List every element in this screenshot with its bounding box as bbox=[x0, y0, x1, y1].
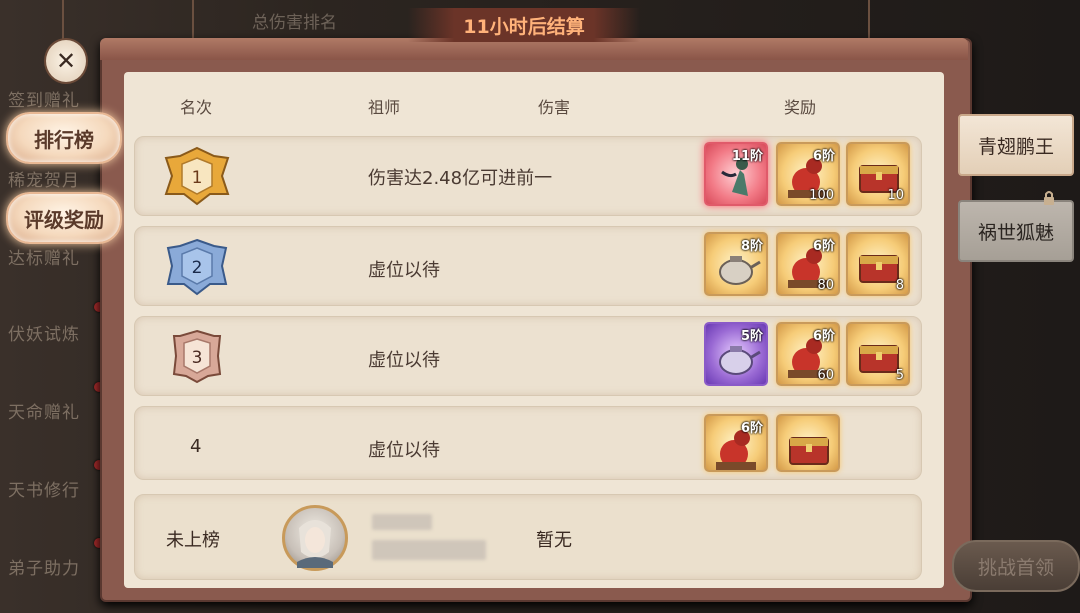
menu-item-signin[interactable]: 签到赠礼 bbox=[8, 86, 80, 111]
rope bbox=[192, 0, 194, 38]
reward-count: 100 bbox=[809, 188, 834, 203]
reward-count: 5 bbox=[895, 368, 904, 383]
svg-text:2: 2 bbox=[192, 258, 203, 278]
tab-leaderboard[interactable]: 排行榜 bbox=[6, 112, 122, 164]
countdown-title: 11小时后结算 bbox=[408, 8, 640, 42]
self-damage: 暂无 bbox=[536, 530, 572, 551]
reward-slot[interactable]: 8 bbox=[846, 232, 910, 296]
row-damage-text: 虚位以待 bbox=[368, 260, 440, 281]
rank-3-badge-icon: 3 bbox=[172, 329, 222, 384]
rope bbox=[868, 0, 870, 38]
reward-slot[interactable]: 5阶 bbox=[704, 322, 768, 386]
reward-tier: 11阶 bbox=[731, 149, 763, 164]
menu-item-target-gift[interactable]: 达标赠礼 bbox=[8, 244, 80, 269]
reward-slot[interactable]: 11阶 bbox=[704, 142, 768, 206]
reward-slot[interactable]: 10 bbox=[846, 142, 910, 206]
header-reward: 奖励 bbox=[784, 98, 817, 117]
reward-tier: 6阶 bbox=[812, 239, 835, 254]
svg-text:1: 1 bbox=[192, 168, 203, 188]
lock-icon bbox=[1044, 191, 1054, 205]
reward-tier: 6阶 bbox=[812, 329, 835, 344]
reward-count: 60 bbox=[817, 368, 834, 383]
reward-slot[interactable]: 6阶 100 bbox=[776, 142, 840, 206]
reward-slot[interactable]: 6阶 80 bbox=[776, 232, 840, 296]
rank-2-badge-icon: 2 bbox=[166, 238, 228, 296]
menu-item-pet-month[interactable]: 稀宠贺月 bbox=[8, 166, 80, 191]
reward-slot[interactable]: 5 bbox=[846, 322, 910, 386]
reward-count: 10 bbox=[887, 188, 904, 203]
reward-tier: 8阶 bbox=[740, 239, 763, 254]
tab-boss-huoshi[interactable]: 祸世狐魅 bbox=[958, 200, 1074, 262]
close-icon: ✕ bbox=[55, 47, 77, 75]
header-rank: 名次 bbox=[180, 98, 213, 117]
reward-tier: 5阶 bbox=[740, 329, 763, 344]
self-rank: 未上榜 bbox=[166, 530, 220, 551]
row-damage-text: 虚位以待 bbox=[368, 350, 440, 371]
avatar-portrait-icon bbox=[297, 520, 333, 568]
tab-boss-qingchi[interactable]: 青翅鹏王 bbox=[958, 114, 1074, 176]
menu-item-disciple-help[interactable]: 弟子助力 bbox=[8, 554, 80, 579]
tab-grade-rewards[interactable]: 评级奖励 bbox=[6, 192, 122, 244]
reward-count: 8 bbox=[895, 278, 904, 293]
menu-item-fate-gift[interactable]: 天命赠礼 bbox=[8, 398, 80, 423]
player-guild-redacted bbox=[372, 540, 486, 560]
svg-text:3: 3 bbox=[192, 348, 203, 368]
challenge-boss-button[interactable]: 挑战首领 bbox=[952, 540, 1080, 592]
row-damage-text: 虚位以待 bbox=[368, 440, 440, 461]
rope bbox=[62, 0, 64, 40]
player-name-redacted bbox=[372, 514, 432, 530]
reward-slot[interactable] bbox=[776, 414, 840, 472]
chest-icon bbox=[789, 437, 829, 465]
self-ranking-row bbox=[134, 494, 922, 580]
menu-item-heaven-book[interactable]: 天书修行 bbox=[8, 476, 80, 501]
background-title: 总伤害排名 bbox=[252, 13, 337, 33]
rank-number: 4 bbox=[190, 436, 202, 457]
header-master: 祖师 bbox=[368, 98, 401, 117]
header-damage: 伤害 bbox=[538, 98, 571, 117]
reward-count: 80 bbox=[817, 278, 834, 293]
reward-tier: 6阶 bbox=[740, 421, 763, 436]
row-damage-text: 伤害达2.48亿可进前一 bbox=[368, 168, 553, 189]
reward-slot[interactable]: 6阶 bbox=[704, 414, 768, 472]
reward-slot[interactable]: 8阶 bbox=[704, 232, 768, 296]
rank-1-badge-icon: 1 bbox=[164, 146, 230, 206]
close-button[interactable]: ✕ bbox=[44, 38, 88, 84]
avatar[interactable] bbox=[282, 505, 348, 571]
menu-item-demon-trial[interactable]: 伏妖试炼 bbox=[8, 320, 80, 345]
reward-slot[interactable]: 6阶 60 bbox=[776, 322, 840, 386]
reward-tier: 6阶 bbox=[812, 149, 835, 164]
